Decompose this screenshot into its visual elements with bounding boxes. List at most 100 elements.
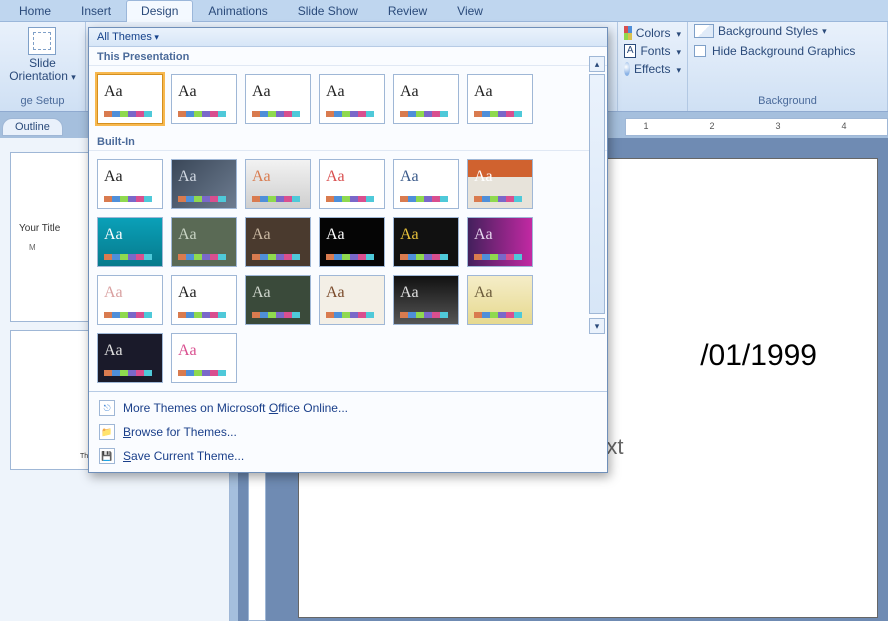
slide-orientation-button[interactable]: SlideOrientation ▾ [7, 24, 78, 86]
theme-thumb[interactable]: Aa [319, 159, 385, 209]
ribbon-tab-animations[interactable]: Animations [193, 0, 282, 22]
theme-color-strip [400, 111, 448, 117]
ruler-tick: 1 [643, 121, 648, 131]
horizontal-ruler: 1234 [625, 118, 888, 136]
theme-thumb[interactable]: Aa [97, 217, 163, 267]
background-styles-label: Background Styles [718, 24, 818, 38]
theme-color-strip [252, 254, 300, 260]
theme-aa: Aa [104, 284, 123, 302]
ribbon-tab-design[interactable]: Design [126, 0, 193, 22]
colors-label: Colors [636, 26, 671, 40]
theme-color-strip [474, 312, 522, 318]
theme-thumb[interactable]: Aa [393, 74, 459, 124]
colors-button[interactable]: Colors [624, 24, 681, 42]
theme-color-strip [104, 370, 152, 376]
theme-thumb[interactable]: Aa [467, 74, 533, 124]
theme-aa: Aa [104, 168, 123, 186]
theme-aa: Aa [326, 226, 345, 244]
all-themes-header[interactable]: All Themes [89, 28, 607, 47]
theme-thumb[interactable]: Aa [319, 217, 385, 267]
slide-orientation-label: SlideOrientation ▾ [9, 57, 76, 83]
theme-thumb[interactable]: Aa [467, 217, 533, 267]
theme-thumb[interactable]: Aa [97, 333, 163, 383]
menu-more-themes-online[interactable]: ⎋ More Themes on Microsoft Office Online… [89, 396, 607, 420]
theme-thumb[interactable]: Aa [245, 74, 311, 124]
ribbon-tab-slide-show[interactable]: Slide Show [283, 0, 373, 22]
save-icon: 💾 [99, 448, 115, 464]
menu-browse-for-themes[interactable]: 📁 Browse for Themes... [89, 420, 607, 444]
group-theme-options: Colors A Fonts Effects [618, 22, 688, 111]
theme-color-strip [474, 254, 522, 260]
theme-color-strip [104, 196, 152, 202]
theme-thumb[interactable]: Aa [245, 159, 311, 209]
theme-thumb[interactable]: Aa [467, 159, 533, 209]
theme-aa: Aa [178, 83, 197, 101]
ribbon-tab-home[interactable]: Home [4, 0, 66, 22]
slide-date-text[interactable]: /01/1999 [700, 339, 817, 373]
theme-thumb[interactable]: Aa [319, 275, 385, 325]
theme-aa: Aa [474, 83, 493, 101]
theme-color-strip [252, 111, 300, 117]
theme-aa: Aa [326, 83, 345, 101]
builtin-themes-grid: AaAaAaAaAaAaAaAaAaAaAaAaAaAaAaAaAaAaAaAa [89, 151, 607, 391]
ribbon-tab-view[interactable]: View [442, 0, 498, 22]
thumb1-title: Your Title [19, 223, 60, 234]
theme-thumb[interactable]: Aa [171, 217, 237, 267]
ruler-tick: 4 [841, 121, 846, 131]
theme-aa: Aa [252, 83, 271, 101]
theme-thumb[interactable]: Aa [393, 217, 459, 267]
effects-icon [624, 62, 630, 76]
theme-thumb[interactable]: Aa [393, 159, 459, 209]
theme-color-strip [474, 111, 522, 117]
theme-color-strip [326, 111, 374, 117]
theme-color-strip [104, 111, 152, 117]
menu-save-current-theme[interactable]: 💾 Save Current Theme... [89, 444, 607, 468]
effects-button[interactable]: Effects [624, 60, 681, 78]
themes-scroll-down[interactable]: ▾ [589, 318, 605, 334]
outline-tab[interactable]: Outline [2, 118, 63, 136]
group-background: Background Styles ▾ Hide Background Grap… [688, 22, 888, 111]
theme-aa: Aa [104, 226, 123, 244]
page-setup-group-label: ge Setup [20, 95, 64, 109]
theme-color-strip [474, 196, 522, 202]
theme-thumb[interactable]: Aa [171, 333, 237, 383]
theme-aa: Aa [326, 168, 345, 186]
ribbon-tabs: HomeInsertDesignAnimationsSlide ShowRevi… [0, 0, 888, 22]
theme-thumb[interactable]: Aa [245, 275, 311, 325]
theme-thumb[interactable]: Aa [245, 217, 311, 267]
theme-aa: Aa [400, 83, 419, 101]
group-page-setup: SlideOrientation ▾ ge Setup [0, 22, 86, 111]
themes-scrollbar[interactable] [589, 74, 605, 314]
theme-thumb[interactable]: Aa [171, 275, 237, 325]
theme-color-strip [178, 312, 226, 318]
theme-color-strip [178, 196, 226, 202]
theme-thumb[interactable]: Aa [319, 74, 385, 124]
theme-color-strip [326, 254, 374, 260]
themes-scroll-up[interactable]: ▴ [589, 56, 605, 72]
theme-thumb[interactable]: Aa [171, 74, 237, 124]
theme-color-strip [326, 312, 374, 318]
theme-thumb[interactable]: Aa [97, 74, 163, 124]
fonts-button[interactable]: A Fonts [624, 42, 681, 60]
theme-thumb[interactable]: Aa [97, 275, 163, 325]
theme-thumb[interactable]: Aa [171, 159, 237, 209]
fonts-label: Fonts [640, 44, 670, 58]
theme-color-strip [104, 254, 152, 260]
theme-aa: Aa [178, 168, 197, 186]
theme-thumb[interactable]: Aa [97, 159, 163, 209]
section-this-presentation: This Presentation [89, 47, 607, 66]
theme-color-strip [252, 196, 300, 202]
ribbon-tab-review[interactable]: Review [373, 0, 442, 22]
ruler-tick: 2 [709, 121, 714, 131]
ribbon-tab-insert[interactable]: Insert [66, 0, 126, 22]
theme-thumb[interactable]: Aa [393, 275, 459, 325]
hide-background-checkbox[interactable]: Hide Background Graphics [694, 38, 881, 58]
background-styles-icon [694, 24, 714, 38]
theme-aa: Aa [252, 284, 271, 302]
theme-aa: Aa [178, 342, 197, 360]
theme-aa: Aa [252, 226, 271, 244]
theme-thumb[interactable]: Aa [467, 275, 533, 325]
fonts-icon: A [624, 44, 636, 58]
background-styles-button[interactable]: Background Styles ▾ [694, 24, 881, 38]
theme-color-strip [252, 312, 300, 318]
